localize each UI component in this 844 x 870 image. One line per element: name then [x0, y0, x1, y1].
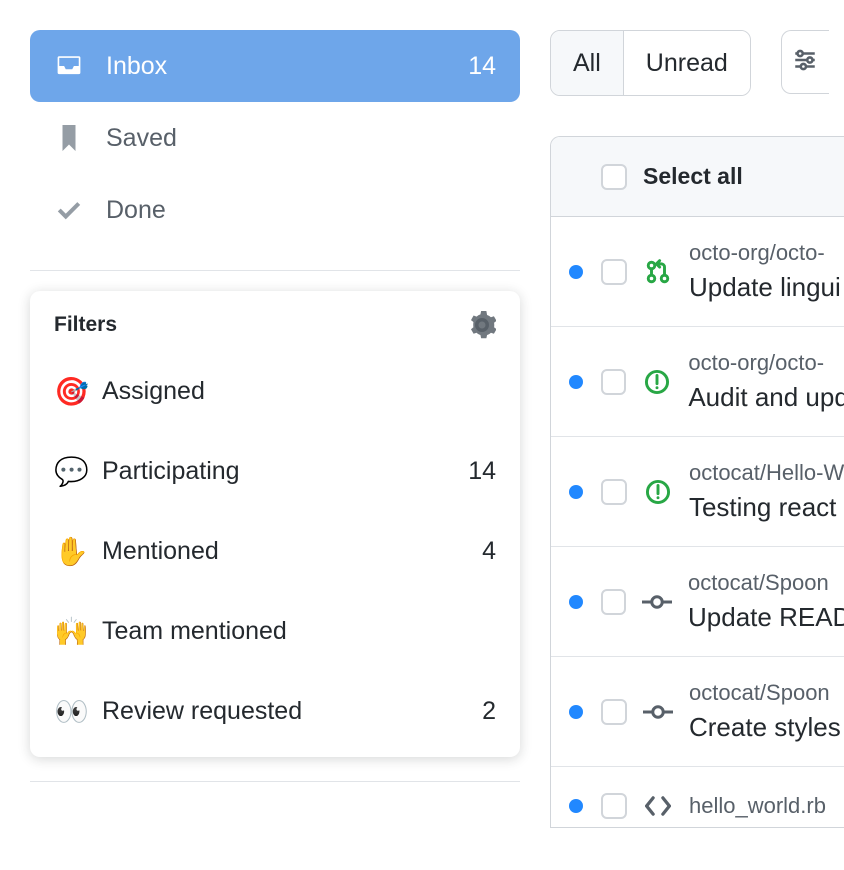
notifications-list: Select all octo-org/octo- Update lingui [550, 136, 844, 828]
notification-title: Audit and upd [688, 382, 844, 413]
filter-participating[interactable]: 💬 Participating 14 [54, 431, 496, 511]
filter-team-mentioned[interactable]: 🙌 Team mentioned [54, 591, 496, 671]
notification-row[interactable]: octocat/Spoon Create styles [551, 657, 844, 767]
unread-dot [569, 705, 583, 719]
repo-name: octo-org/octo- [688, 350, 844, 376]
gear-icon [468, 311, 496, 339]
nav-done-label: Done [106, 196, 496, 225]
eyes-icon: 👀 [54, 695, 88, 728]
unread-dot [569, 375, 583, 389]
nav-done[interactable]: Done [30, 174, 520, 246]
tab-unread[interactable]: Unread [623, 31, 750, 95]
list-header: Select all [551, 137, 844, 217]
notification-title: Create styles [689, 712, 841, 743]
select-all-checkbox[interactable] [601, 164, 627, 190]
divider [30, 270, 520, 271]
commit-icon [643, 697, 673, 727]
filter-label: Mentioned [102, 537, 482, 566]
bookmark-icon [54, 123, 84, 153]
row-checkbox[interactable] [601, 589, 626, 615]
main: All Unread Select all octo [550, 30, 844, 828]
nav-saved[interactable]: Saved [30, 102, 520, 174]
filters-title: Filters [54, 313, 117, 337]
filter-assigned[interactable]: 🎯 Assigned [54, 351, 496, 431]
nav-inbox[interactable]: Inbox 14 [30, 30, 520, 102]
inbox-icon [54, 51, 84, 81]
group-by-button[interactable] [781, 30, 829, 94]
target-icon: 🎯 [54, 375, 88, 408]
filter-count: 14 [468, 457, 496, 486]
notification-row[interactable]: octocat/Spoon Update READ [551, 547, 844, 657]
tab-all[interactable]: All [551, 31, 623, 95]
row-checkbox[interactable] [601, 369, 626, 395]
filters-settings-button[interactable] [468, 311, 496, 339]
nav-saved-label: Saved [106, 124, 496, 153]
notification-title: Update lingui [689, 272, 841, 303]
filter-review-requested[interactable]: 👀 Review requested 2 [54, 671, 496, 751]
unread-dot [569, 265, 583, 279]
view-tabs: All Unread [550, 30, 751, 96]
row-checkbox[interactable] [601, 259, 627, 285]
commit-icon [642, 587, 672, 617]
unread-dot [569, 799, 583, 813]
code-icon [643, 791, 673, 821]
nav-inbox-count: 14 [468, 52, 496, 81]
notification-title: Update READ [688, 602, 844, 633]
pull-request-icon [643, 257, 673, 287]
issue-open-icon [643, 477, 673, 507]
filter-count: 4 [482, 537, 496, 566]
row-checkbox[interactable] [601, 793, 627, 819]
notification-row[interactable]: octocat/Hello-W Testing react [551, 437, 844, 547]
unread-dot [569, 485, 583, 499]
row-checkbox[interactable] [601, 699, 627, 725]
filter-label: Assigned [102, 377, 496, 406]
repo-name: octocat/Hello-W [689, 460, 844, 486]
filter-label: Team mentioned [102, 617, 496, 646]
repo-name: octocat/Spoon [688, 570, 844, 596]
filter-label: Review requested [102, 697, 482, 726]
unread-dot [569, 595, 583, 609]
notification-row[interactable]: hello_world.rb [551, 767, 844, 827]
repo-name: octo-org/octo- [689, 240, 841, 266]
notification-row[interactable]: octo-org/octo- Update lingui [551, 217, 844, 327]
sidebar: Inbox 14 Saved Done Filters [30, 30, 520, 828]
sliders-icon [792, 47, 818, 78]
hand-icon: ✋ [54, 535, 88, 568]
filter-label: Participating [102, 457, 468, 486]
repo-name: octocat/Spoon [689, 680, 841, 706]
filter-mentioned[interactable]: ✋ Mentioned 4 [54, 511, 496, 591]
divider [30, 781, 520, 782]
filters-card: Filters 🎯 Assigned 💬 Participating 14 ✋ [30, 291, 520, 757]
notification-row[interactable]: octo-org/octo- Audit and upd [551, 327, 844, 437]
filter-count: 2 [482, 697, 496, 726]
select-all-label: Select all [643, 163, 743, 190]
raised-hands-icon: 🙌 [54, 615, 88, 648]
nav-inbox-label: Inbox [106, 52, 468, 81]
row-checkbox[interactable] [601, 479, 627, 505]
repo-name: hello_world.rb [689, 793, 826, 819]
speech-icon: 💬 [54, 455, 88, 488]
notification-title: Testing react [689, 492, 844, 523]
issue-open-icon [642, 367, 672, 397]
check-icon [54, 195, 84, 225]
